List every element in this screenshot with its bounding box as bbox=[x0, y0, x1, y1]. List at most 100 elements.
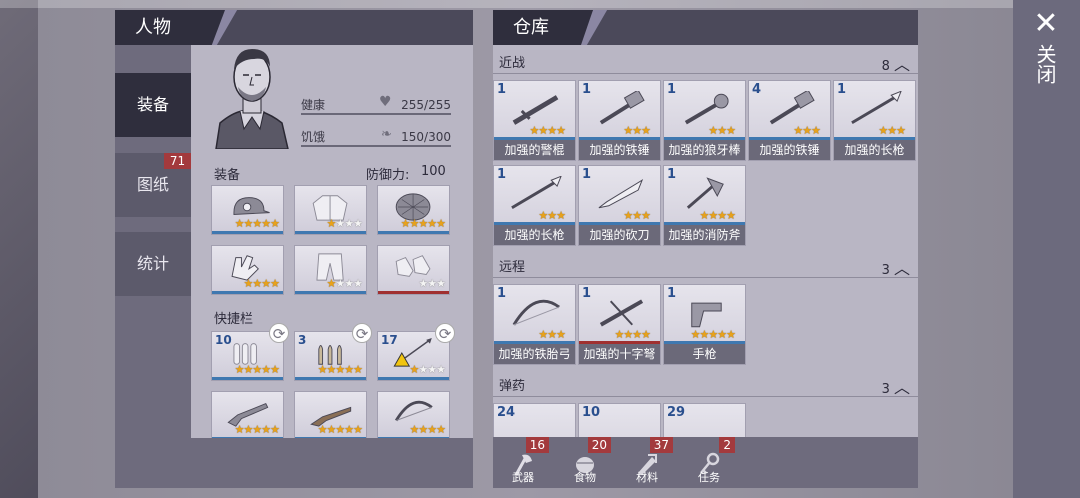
tab-equipment[interactable]: 装备 bbox=[115, 73, 191, 137]
equipment-slot[interactable]: ★★★★★ bbox=[211, 185, 284, 235]
item-name: 加强的十字弩 bbox=[579, 344, 660, 364]
chevron-up-icon[interactable]: ︿ bbox=[894, 55, 910, 74]
status-bar bbox=[0, 0, 1080, 8]
warehouse-item[interactable]: 1 ★★★★★ 手枪 bbox=[663, 284, 746, 365]
health-value: 255/255 bbox=[401, 98, 451, 112]
hunger-bar bbox=[301, 145, 451, 147]
equipment-slot[interactable]: ★★★★★ bbox=[377, 185, 450, 235]
item-count: 1 bbox=[497, 286, 507, 301]
durability-bar bbox=[295, 231, 366, 234]
weapon-icon bbox=[684, 93, 729, 125]
equipment-section-label: 装备 bbox=[214, 168, 241, 183]
warehouse-item[interactable]: 1 ★★★★ 加强的十字弩 bbox=[578, 284, 661, 365]
blueprints-badge: 71 bbox=[164, 153, 191, 169]
tab-quests-label: 任务 bbox=[698, 471, 720, 484]
quickbar-slot[interactable]: ★★★★ bbox=[377, 391, 450, 441]
warehouse-item[interactable]: 1 ★★★ 加强的狼牙棒 bbox=[663, 80, 746, 161]
warehouse-item[interactable]: 1 ★★★★ 加强的警棍 bbox=[493, 80, 576, 161]
rarity-stars: ★★★ bbox=[418, 277, 446, 290]
warehouse-tabbar: 16 武器 20 食物 37 材料 2 任务 bbox=[493, 437, 918, 488]
close-icon[interactable]: ✕ bbox=[1030, 8, 1062, 40]
chevron-up-icon[interactable]: ︿ bbox=[894, 259, 910, 278]
close-label[interactable]: 关闭 bbox=[1033, 44, 1057, 84]
materials-badge: 37 bbox=[649, 437, 673, 453]
rarity-stars: ★★★ bbox=[623, 124, 651, 137]
durability-bar bbox=[212, 377, 283, 380]
item-count: 1 bbox=[497, 82, 507, 97]
durability-bar bbox=[295, 291, 366, 294]
weapon-icon bbox=[769, 91, 815, 125]
tab-equipment-label: 装备 bbox=[136, 95, 169, 114]
warehouse-item[interactable]: 1 ★★★ 加强的长枪 bbox=[833, 80, 916, 161]
item-count: 1 bbox=[582, 286, 592, 301]
item-name: 加强的铁锤 bbox=[579, 140, 660, 160]
weapons-badge: 16 bbox=[525, 437, 549, 453]
rarity-stars: ★★★★ bbox=[614, 328, 651, 341]
tab-materials[interactable]: 37 材料 bbox=[617, 437, 677, 488]
health-label: 健康 bbox=[301, 98, 326, 112]
equipment-slot[interactable]: ★★★★ bbox=[294, 245, 367, 295]
tab-stats[interactable]: 统计 bbox=[115, 232, 191, 296]
warehouse-panel: 仓库 近战 8 ︿ 1 ★★★★ 加强的警棍 1 ★★★ 加强的铁锤 1 ★★★ 加强的狼牙棒 4 ★★… bbox=[493, 10, 918, 488]
warehouse-item[interactable]: 1 ★★★ 加强的长枪 bbox=[493, 165, 576, 246]
category-header-0[interactable]: 近战 8 ︿ bbox=[493, 48, 918, 74]
category-header-2[interactable]: 弹药 3 ︿ bbox=[493, 371, 918, 397]
item-count: 1 bbox=[582, 167, 592, 182]
item-name: 加强的长枪 bbox=[834, 140, 915, 160]
character-portrait bbox=[215, 49, 289, 149]
durability-bar bbox=[378, 231, 449, 234]
food-badge: 20 bbox=[587, 437, 611, 453]
tab-food-label: 食物 bbox=[574, 471, 596, 484]
tab-food[interactable]: 20 食物 bbox=[555, 437, 615, 488]
chevron-up-icon[interactable]: ︿ bbox=[894, 378, 910, 397]
weapon-icon bbox=[511, 176, 562, 210]
divider bbox=[493, 73, 918, 74]
warehouse-item[interactable]: 1 ★★★ 加强的铁锤 bbox=[578, 80, 661, 161]
tab-quests[interactable]: 2 任务 bbox=[679, 437, 739, 488]
weapon-icon bbox=[512, 299, 560, 326]
quickbar-slot[interactable]: ★★★★★ bbox=[211, 391, 284, 441]
category-header-1[interactable]: 远程 3 ︿ bbox=[493, 252, 918, 278]
item-count: 1 bbox=[837, 82, 847, 97]
rarity-stars: ★★★ bbox=[793, 124, 821, 137]
category-count: 3 ︿ bbox=[881, 259, 910, 278]
quickbar-slot[interactable]: ★★★★★ bbox=[294, 391, 367, 441]
refresh-icon[interactable]: ⟳ bbox=[435, 323, 455, 343]
rarity-stars: ★★★ bbox=[623, 209, 651, 222]
item-name: 加强的铁胎弓 bbox=[494, 344, 575, 364]
rarity-stars: ★★★★★ bbox=[234, 217, 280, 230]
warehouse-item[interactable]: 1 ★★★ 加强的铁胎弓 bbox=[493, 284, 576, 365]
refresh-icon[interactable]: ⟳ bbox=[269, 323, 289, 343]
defense-label: 防御力: bbox=[366, 168, 410, 183]
warehouse-item[interactable]: 1 ★★★ 加强的砍刀 bbox=[578, 165, 661, 246]
heart-icon: ♥ bbox=[379, 94, 392, 110]
durability-bar bbox=[212, 291, 283, 294]
warehouse-title: 仓库 bbox=[493, 10, 593, 45]
warehouse-item[interactable]: 1 ★★★★ 加强的消防斧 bbox=[663, 165, 746, 246]
weapon-icon bbox=[512, 95, 559, 125]
divider bbox=[493, 396, 918, 397]
item-name: 加强的狼牙棒 bbox=[664, 140, 745, 160]
durability-bar bbox=[212, 231, 283, 234]
category-count: 8 ︿ bbox=[881, 55, 910, 74]
character-title: 人物 bbox=[115, 10, 225, 45]
rarity-stars: ★★★ bbox=[878, 124, 906, 137]
rarity-stars: ★★★★★ bbox=[317, 363, 363, 376]
weapon-icon bbox=[691, 302, 722, 328]
refresh-icon[interactable]: ⟳ bbox=[352, 323, 372, 343]
item-count: 1 bbox=[667, 286, 677, 301]
item-name: 手枪 bbox=[664, 344, 745, 364]
tab-materials-label: 材料 bbox=[636, 471, 658, 484]
rarity-stars: ★★★ bbox=[538, 328, 566, 341]
tab-weapons[interactable]: 16 武器 bbox=[493, 437, 553, 488]
equipment-slot[interactable]: ★★★★ bbox=[211, 245, 284, 295]
rarity-stars: ★★★★ bbox=[409, 363, 446, 376]
equipment-slot[interactable]: ★★★★ bbox=[294, 185, 367, 235]
warehouse-item[interactable]: 4 ★★★ 加强的铁锤 bbox=[748, 80, 831, 161]
equipment-slot[interactable]: ★★★ bbox=[377, 245, 450, 295]
item-count: 4 bbox=[752, 82, 762, 97]
item-name: 加强的警棍 bbox=[494, 140, 575, 160]
hunger-value: 150/300 bbox=[401, 130, 451, 144]
rarity-stars: ★★★★★ bbox=[690, 328, 736, 341]
category-count: 3 ︿ bbox=[881, 378, 910, 397]
